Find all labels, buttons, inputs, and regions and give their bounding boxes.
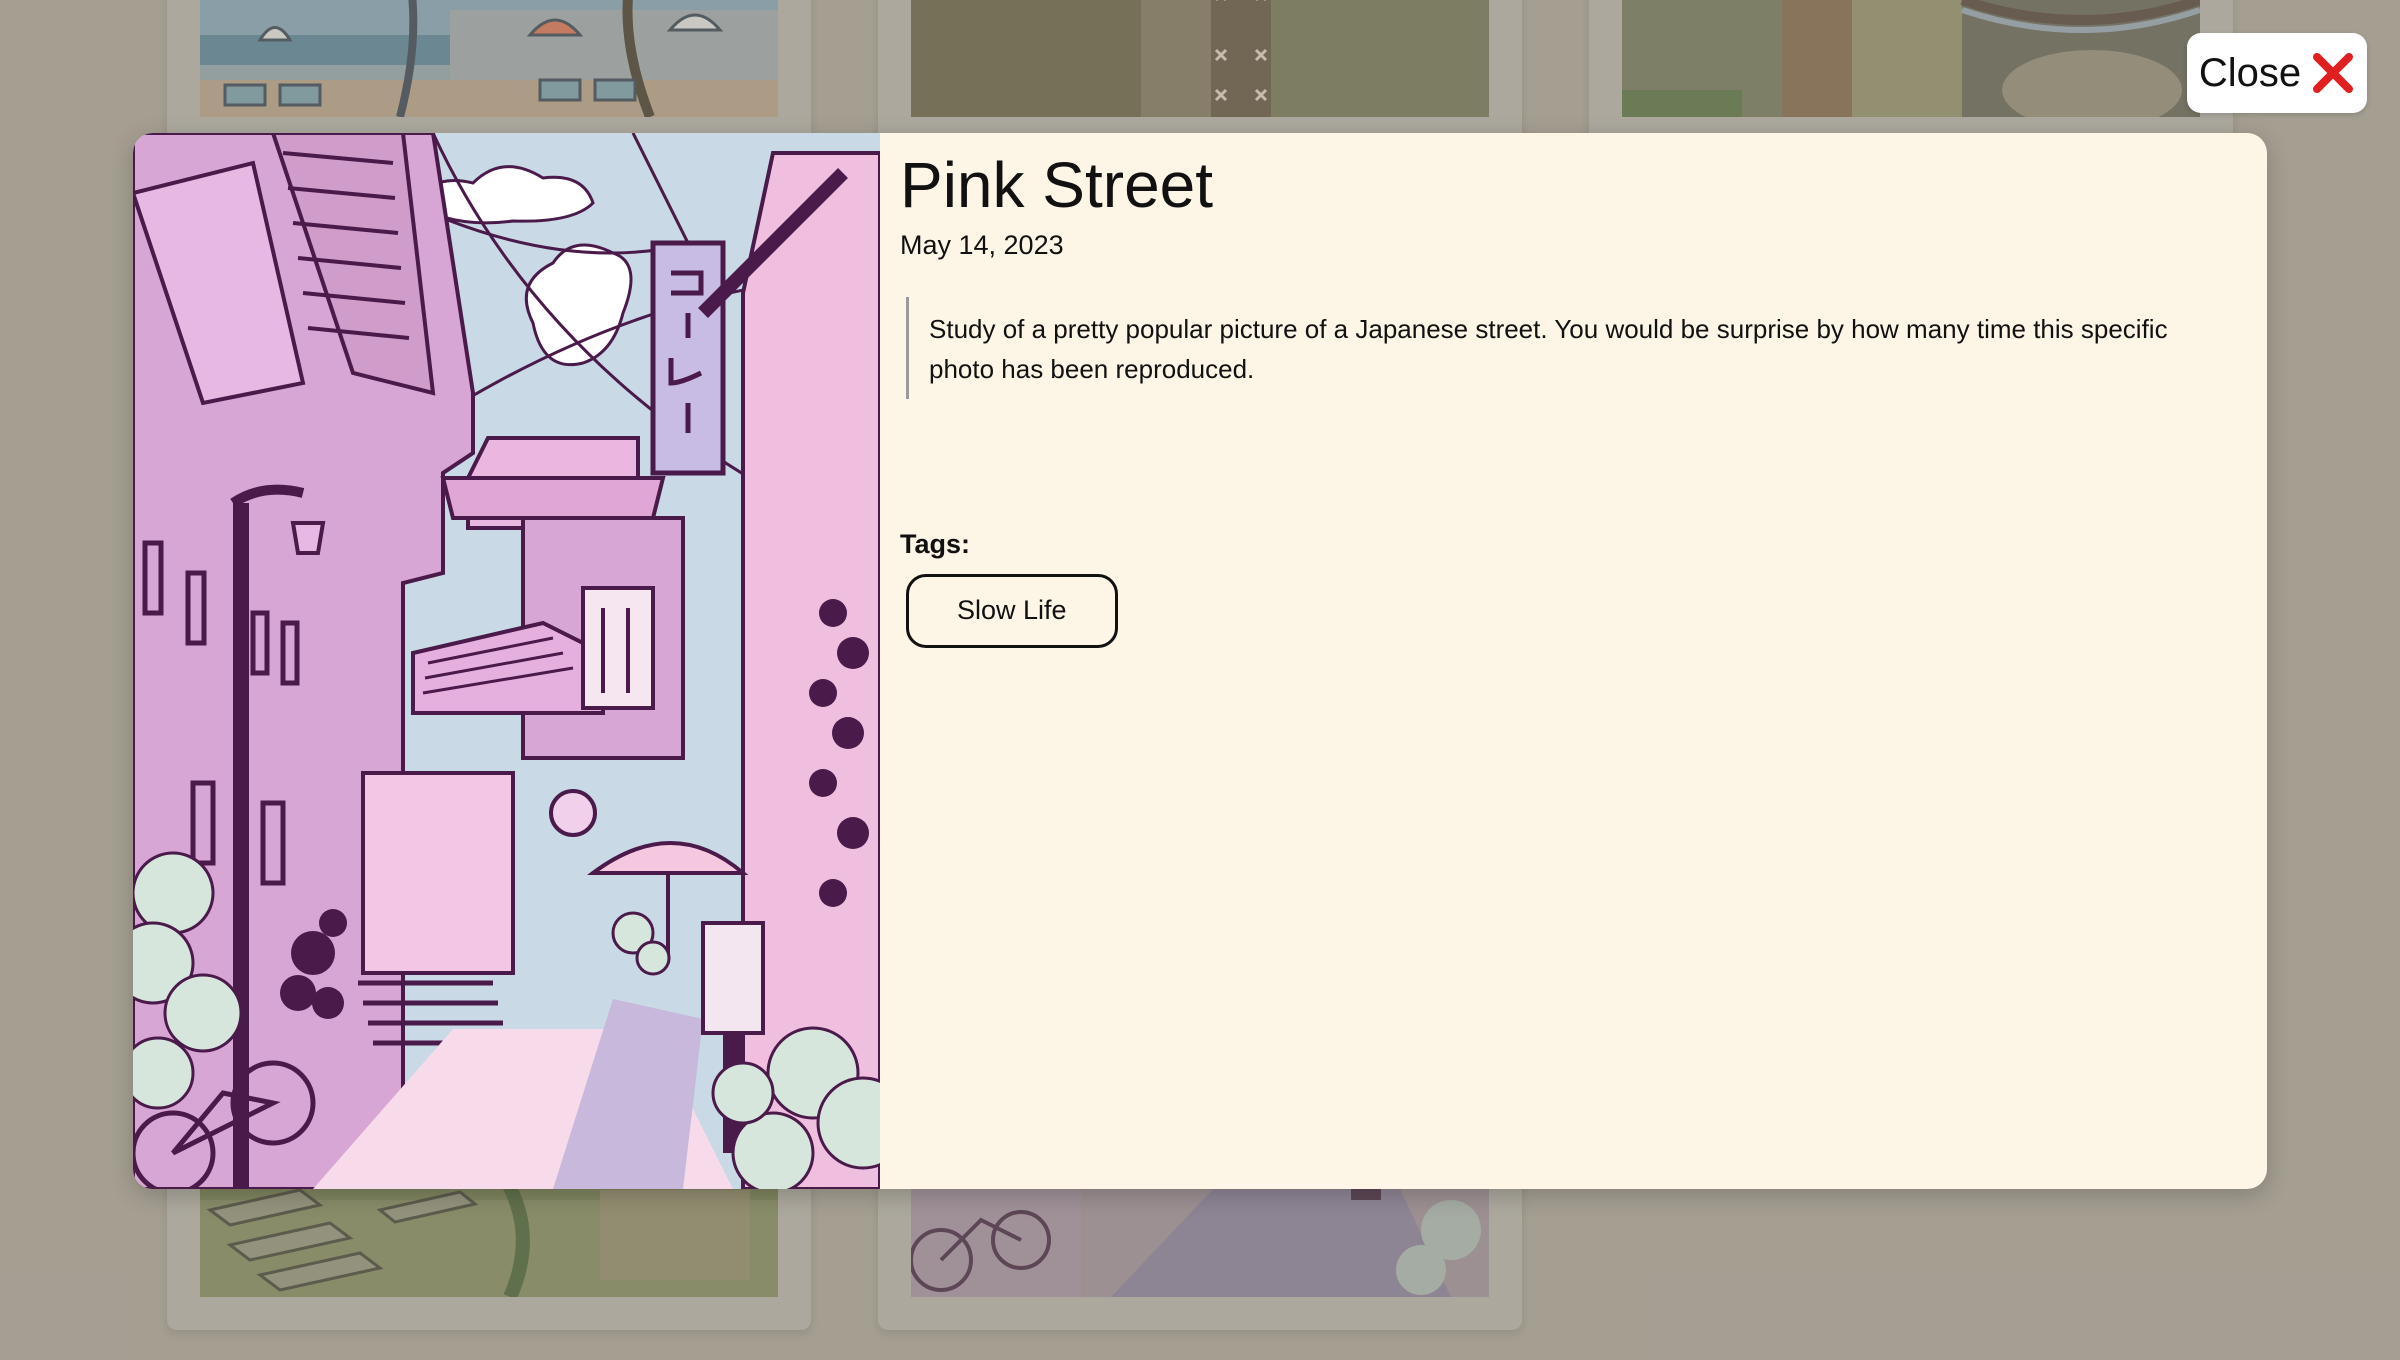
artwork-image [133, 133, 880, 1189]
artwork-date: May 14, 2023 [900, 229, 1064, 260]
artwork-title: Pink Street [900, 149, 1214, 221]
tags-label: Tags: [900, 528, 971, 559]
close-button[interactable]: Close [2187, 33, 2367, 113]
artwork-modal: Pink Street May 14, 2023 Study of a pret… [133, 133, 2267, 1189]
close-x-icon [2313, 53, 2354, 93]
tags-list: Slow Life [906, 573, 2207, 648]
close-button-label: Close [2198, 50, 2302, 95]
artwork-description: Study of a pretty popular picture of a J… [906, 296, 2207, 399]
tag-slow-life[interactable]: Slow Life [906, 573, 1118, 648]
pink-street-illustration [133, 133, 880, 1189]
artwork-details: Pink Street May 14, 2023 Study of a pret… [900, 133, 2207, 1189]
